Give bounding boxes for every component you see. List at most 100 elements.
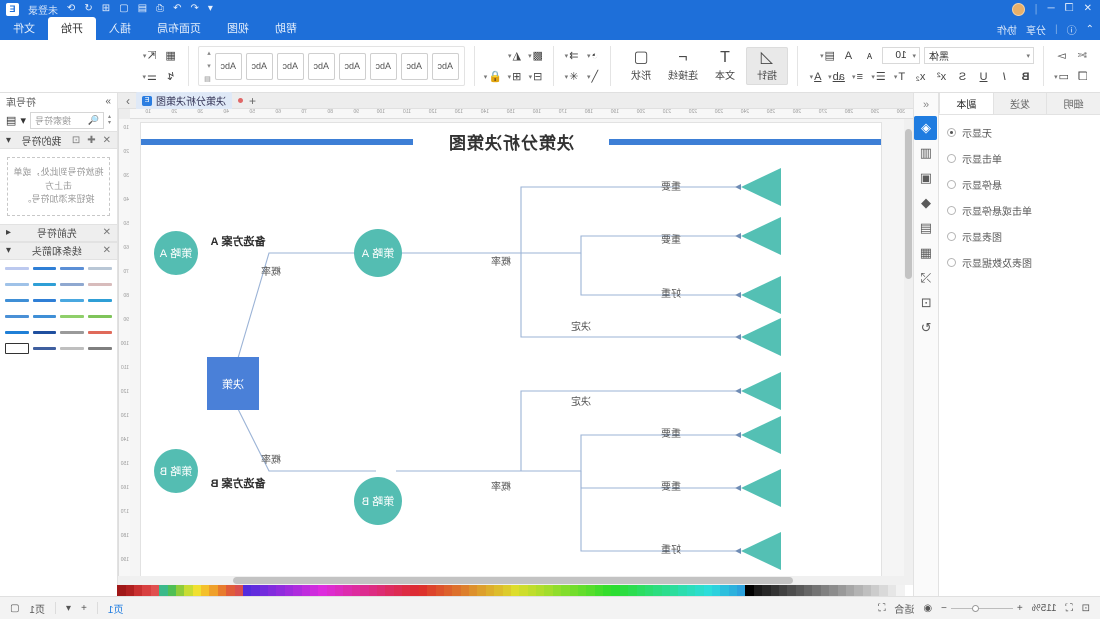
symbol-item[interactable] (5, 312, 29, 321)
radio-button-icon[interactable] (947, 154, 956, 163)
section-lines-and-arrows[interactable]: ✕ 线条和箭头 ▾ (0, 241, 117, 260)
symbol-item[interactable] (60, 280, 85, 289)
palette-swatch[interactable] (427, 585, 436, 596)
palette-swatch[interactable] (469, 585, 478, 596)
edge-label-prob-b[interactable]: 概率 (231, 451, 311, 466)
palette-swatch[interactable] (460, 585, 470, 596)
palette-swatch[interactable] (201, 585, 210, 596)
section-actions[interactable]: ✕ (103, 245, 111, 256)
close-icon[interactable]: ✕ (103, 135, 111, 146)
vertical-scrollbar[interactable] (904, 119, 913, 576)
section-my-symbols[interactable]: ✕ ✚ ⊡ 我的符号 ▾ (0, 131, 117, 149)
palette-swatch[interactable] (887, 585, 897, 596)
palette-swatch[interactable] (494, 585, 503, 596)
palette-swatch[interactable] (628, 585, 637, 596)
print-icon[interactable]: ⎙ (156, 3, 164, 14)
effect-icon[interactable]: ✳ (563, 68, 580, 85)
page-tab-label[interactable]: 页1 (108, 601, 124, 616)
radio-button-icon[interactable] (947, 180, 956, 189)
option-row-click-display[interactable]: 单击显示 (947, 151, 1092, 166)
style-gallery-item[interactable]: Abc (245, 52, 273, 80)
option-row-chart-data-display[interactable]: 图表及数据显示 (947, 255, 1092, 270)
window-controls[interactable]: ✕ ❐ ─ | (1011, 0, 1092, 18)
symbol-item[interactable] (60, 328, 85, 337)
alt-b-label[interactable]: 备选方案 B (173, 475, 303, 491)
palette-swatch[interactable] (854, 585, 863, 596)
undo-icon[interactable]: ↺ (84, 3, 92, 14)
chevron-left-icon[interactable]: ◂ (6, 227, 11, 238)
radio-button-icon[interactable] (947, 258, 956, 267)
underline-icon[interactable]: U (975, 68, 992, 85)
fit-page-icon[interactable]: ⊡ (1082, 603, 1090, 614)
palette-swatch[interactable] (410, 585, 419, 596)
edge-label-prob-mid-a[interactable]: 概率 (461, 253, 541, 268)
close-icon[interactable]: ✕ (103, 245, 111, 256)
palette-swatch[interactable] (435, 585, 444, 596)
tab-list[interactable]: 帮助 视图 页面布局 插入 开始 文件 (0, 17, 310, 40)
style-gallery-item[interactable]: Abc (369, 52, 397, 80)
connector-tool-button[interactable]: ⌐ 连接线 (662, 48, 704, 84)
symbol-item[interactable] (88, 296, 112, 305)
grid-icon[interactable]: ▥ (915, 141, 938, 165)
palette-swatch[interactable] (243, 585, 252, 596)
chevron-down-icon[interactable]: ▾ (912, 52, 916, 60)
style-gallery[interactable]: Abc Abc Abc Abc Abc Abc Abc Abc ▴ ▾ ▤ (198, 46, 465, 86)
vertical-ruler[interactable]: 10 20 30 40 50 60 70 80 90 100 110 120 130 140 150 160 1… (118, 119, 130, 576)
text-tool-button[interactable]: T 文本 (704, 48, 746, 84)
palette-swatch[interactable] (527, 585, 537, 596)
zoom-level-label[interactable]: 115% (1032, 603, 1057, 614)
gallery-up-icon[interactable]: ▴ (204, 49, 211, 57)
palette-swatch[interactable] (335, 585, 344, 596)
symbol-grid[interactable] (0, 260, 117, 357)
symbol-item[interactable] (88, 280, 112, 289)
palette-swatch[interactable] (184, 585, 193, 596)
palette-swatch[interactable] (611, 585, 620, 596)
help-icon[interactable]: ⓘ (1067, 22, 1077, 37)
palette-swatch[interactable] (134, 585, 143, 596)
palette-swatch[interactable] (511, 585, 520, 596)
symbol-item[interactable] (32, 328, 57, 337)
palette-swatch[interactable] (360, 585, 369, 596)
fit-label[interactable]: 适合 (894, 601, 914, 616)
palette-swatch[interactable] (787, 585, 796, 596)
align-small-icon[interactable]: ⊞ (506, 68, 523, 85)
palette-swatch[interactable] (310, 585, 319, 596)
tab-home[interactable]: 开始 (48, 17, 96, 40)
leaf-label-a3[interactable]: 好重 (611, 285, 731, 300)
redo-arrow-icon[interactable]: ↷ (173, 3, 181, 14)
palette-swatch[interactable] (645, 585, 654, 596)
tab-overflow-icon[interactable]: › (126, 94, 130, 108)
chart-icon[interactable]: ▦ (915, 241, 938, 265)
symbol-item[interactable] (5, 264, 29, 273)
palette-swatch[interactable] (804, 585, 813, 596)
presentation-icon[interactable]: ⛶ (878, 603, 885, 614)
fit-width-icon[interactable]: ⛶ (1066, 603, 1073, 614)
palette-swatch[interactable] (226, 585, 235, 596)
clear-format-icon[interactable]: T (891, 68, 908, 85)
palette-swatch[interactable] (695, 585, 704, 596)
style-gallery-item[interactable]: Abc (214, 52, 242, 80)
symbol-item[interactable] (5, 280, 29, 289)
palette-swatch[interactable] (544, 585, 553, 596)
palette-swatch[interactable] (368, 585, 377, 596)
leaf-label-a1[interactable]: 重要 (611, 178, 731, 193)
leaf-label-b2[interactable]: 重要 (611, 425, 731, 440)
palette-swatch[interactable] (904, 585, 913, 596)
symbol-dropzone[interactable]: 拖放符号到此处，或单击上方 按钮来添加符号。 (7, 157, 110, 216)
symbol-item[interactable] (5, 296, 29, 305)
horizontal-ruler[interactable]: 300 290 280 270 260 250 240 230 220 210 200 190 180 1… (130, 109, 913, 119)
strategy-a-sub-node-label[interactable]: 策略 A (354, 245, 402, 261)
palette-swatch[interactable] (795, 585, 805, 596)
account-label[interactable]: 未登录 (28, 2, 58, 17)
vertical-scroll-thumb[interactable] (905, 129, 912, 279)
chevron-down-icon[interactable]: ▾ (6, 135, 11, 146)
palette-swatch[interactable] (485, 585, 495, 596)
palette-swatch[interactable] (301, 585, 310, 596)
palette-swatch[interactable] (653, 585, 662, 596)
leaf-label-b4[interactable]: 好重 (611, 541, 731, 556)
shuffle-icon[interactable]: ⤭ (915, 266, 938, 290)
tab-view[interactable]: 视图 (214, 17, 262, 40)
refresh-icon[interactable]: ↻ (915, 316, 938, 340)
palette-swatch[interactable] (268, 585, 277, 596)
symbol-item[interactable] (32, 280, 57, 289)
